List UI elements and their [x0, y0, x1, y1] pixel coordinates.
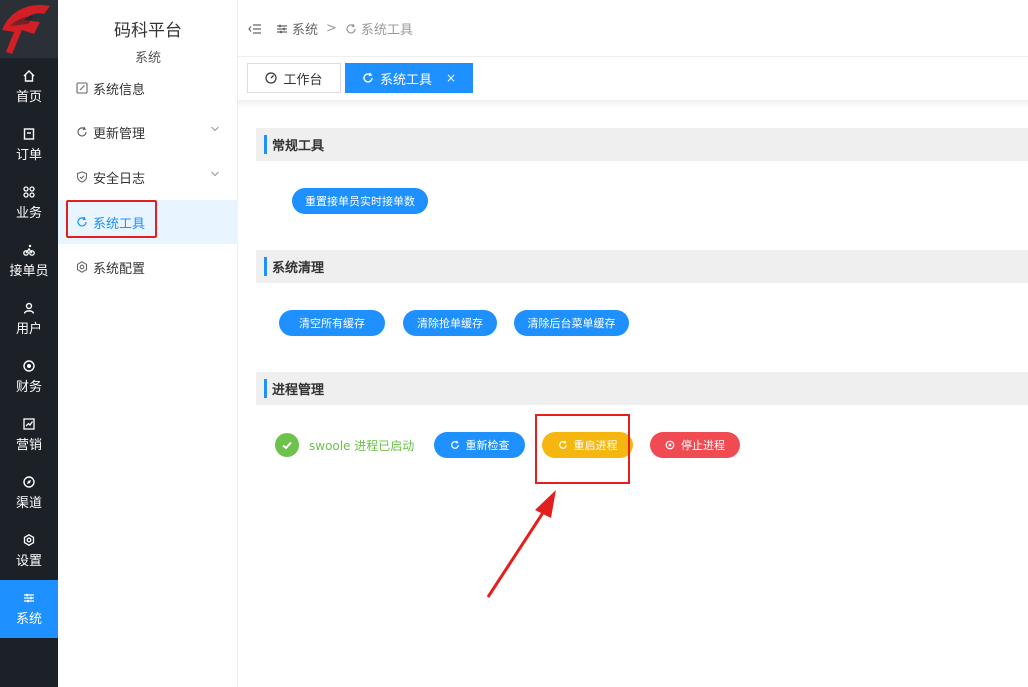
refresh-icon	[77, 126, 87, 137]
section-process-management-header: 进程管理	[256, 372, 1028, 405]
rail-label: 首页	[15, 89, 42, 105]
chart-icon	[23, 417, 35, 430]
shield-icon	[76, 171, 88, 183]
stop-circle-icon	[665, 440, 675, 450]
breadcrumb-label: 系统	[292, 23, 319, 38]
sliders-icon	[24, 593, 34, 602]
user-icon	[23, 302, 35, 314]
command-icon	[23, 185, 35, 198]
rail-label: 营销	[15, 437, 42, 453]
sidebar-item-label: 系统信息	[93, 82, 146, 98]
main-nav-rail: 首页 订单 业务 接单员 用户 财务 营销 渠道 设置 系统	[0, 0, 58, 687]
main-content: 常规工具 重置接单员实时接单数 系统清理 清空所有缓存 清除抢单缓存 清除后台菜…	[246, 108, 1028, 687]
button-label: 清空所有缓存	[299, 317, 365, 330]
sliders-icon	[277, 24, 287, 33]
rail-label: 业务	[15, 205, 42, 221]
button-label: 停止进程	[681, 439, 725, 452]
stop-process-button[interactable]: 停止进程	[650, 432, 740, 458]
process-status: swoole 进程已启动	[275, 433, 414, 457]
rail-item-finance[interactable]: 财务	[0, 348, 58, 406]
app-root: 首页 订单 业务 接单员 用户 财务 营销 渠道 设置 系统 码科平台 系统 系…	[0, 0, 1028, 687]
sidebar-item-label: 更新管理	[93, 126, 146, 142]
refresh-icon	[450, 440, 459, 449]
edit-icon	[76, 82, 88, 94]
rail-item-home[interactable]: 首页	[0, 58, 58, 116]
chevron-down-icon	[211, 126, 219, 132]
tab-workbench[interactable]: 工作台	[247, 63, 341, 93]
sidebar-section-title: 系统	[134, 51, 161, 66]
process-status-text: swoole 进程已启动	[309, 438, 415, 453]
rail-label: 接单员	[9, 263, 49, 279]
breadcrumb-separator: >	[326, 21, 337, 36]
refresh-icon	[346, 23, 356, 33]
rail-label: 订单	[15, 147, 42, 163]
breadcrumb-label: 系统工具	[360, 23, 413, 38]
rail-item-system[interactable]: 系统	[0, 580, 58, 638]
breadcrumb-item-system[interactable]: 系统	[276, 19, 318, 38]
clear-menu-cache-button[interactable]: 清除后台菜单缓存	[514, 310, 629, 336]
top-header: 系统 > 系统工具	[238, 0, 1028, 57]
refresh-icon	[363, 72, 373, 83]
rail-label: 财务	[15, 379, 42, 395]
section-system-cleanup-header: 系统清理	[256, 250, 1028, 283]
section-title: 系统清理	[272, 261, 325, 276]
sidebar-item-security-log[interactable]: 安全日志	[58, 155, 238, 199]
close-icon[interactable]: ×	[446, 71, 456, 85]
finance-icon	[23, 359, 35, 372]
rail-label: 设置	[15, 553, 42, 569]
rail-item-orders[interactable]: 订单	[0, 116, 58, 174]
section-title: 常规工具	[272, 139, 325, 154]
sub-sidebar: 码科平台 系统 系统信息 更新管理 安全日志 系统工具 系统配置	[58, 0, 238, 687]
settings-icon	[76, 261, 88, 273]
button-label: 重新检查	[465, 439, 510, 452]
annotation-highlight-box	[535, 414, 630, 484]
tab-system-tools[interactable]: 系统工具 ×	[345, 63, 473, 93]
rail-item-users[interactable]: 用户	[0, 290, 58, 348]
button-label: 清除后台菜单缓存	[527, 317, 616, 330]
section-title: 进程管理	[272, 383, 325, 398]
annotation-highlight-box	[66, 200, 157, 238]
breadcrumb-item-system-tools: 系统工具	[345, 19, 413, 38]
rail-item-marketing[interactable]: 营销	[0, 406, 58, 464]
brand-logo	[0, 0, 58, 58]
tabs-divider	[238, 100, 1028, 108]
sidebar-item-system-config[interactable]: 系统配置	[58, 245, 238, 289]
tab-label: 系统工具	[379, 72, 432, 88]
clear-all-cache-button[interactable]: 清空所有缓存	[279, 310, 385, 336]
settings-icon	[23, 533, 35, 546]
rider-icon	[23, 244, 35, 256]
home-icon	[23, 69, 35, 82]
rail-label: 系统	[15, 611, 42, 627]
compass-icon	[23, 475, 35, 488]
rail-item-business[interactable]: 业务	[0, 174, 58, 232]
menu-fold-icon	[248, 23, 261, 34]
rail-label: 渠道	[15, 495, 42, 511]
clear-grab-cache-button[interactable]: 清除抢单缓存	[403, 310, 497, 336]
platform-title: 码科平台	[114, 21, 182, 41]
sidebar-item-system-info[interactable]: 系统信息	[58, 66, 238, 110]
page-tabs: 工作台 系统工具 ×	[238, 57, 1028, 102]
check-circle-icon	[275, 433, 299, 457]
button-label: 清除抢单缓存	[417, 317, 483, 330]
button-label: 重置接单员实时接单数	[305, 195, 415, 208]
sidebar-item-label: 系统配置	[93, 261, 146, 277]
rail-item-settings[interactable]: 设置	[0, 522, 58, 580]
collapse-menu-button[interactable]	[248, 23, 266, 35]
recheck-button[interactable]: 重新检查	[434, 432, 525, 458]
rail-item-riders[interactable]: 接单员	[0, 232, 58, 290]
gauge-icon	[265, 72, 278, 84]
section-general-tools-header: 常规工具	[256, 128, 1028, 161]
rail-label: 用户	[15, 321, 42, 337]
sidebar-item-update-management[interactable]: 更新管理	[58, 110, 238, 154]
chevron-down-icon	[211, 171, 219, 177]
tab-label: 工作台	[283, 72, 323, 88]
reset-rider-orders-button[interactable]: 重置接单员实时接单数	[292, 188, 428, 214]
sidebar-item-label: 安全日志	[93, 171, 146, 187]
order-icon	[23, 127, 35, 140]
rail-item-channels[interactable]: 渠道	[0, 464, 58, 522]
breadcrumb: 系统 > 系统工具	[248, 19, 413, 38]
